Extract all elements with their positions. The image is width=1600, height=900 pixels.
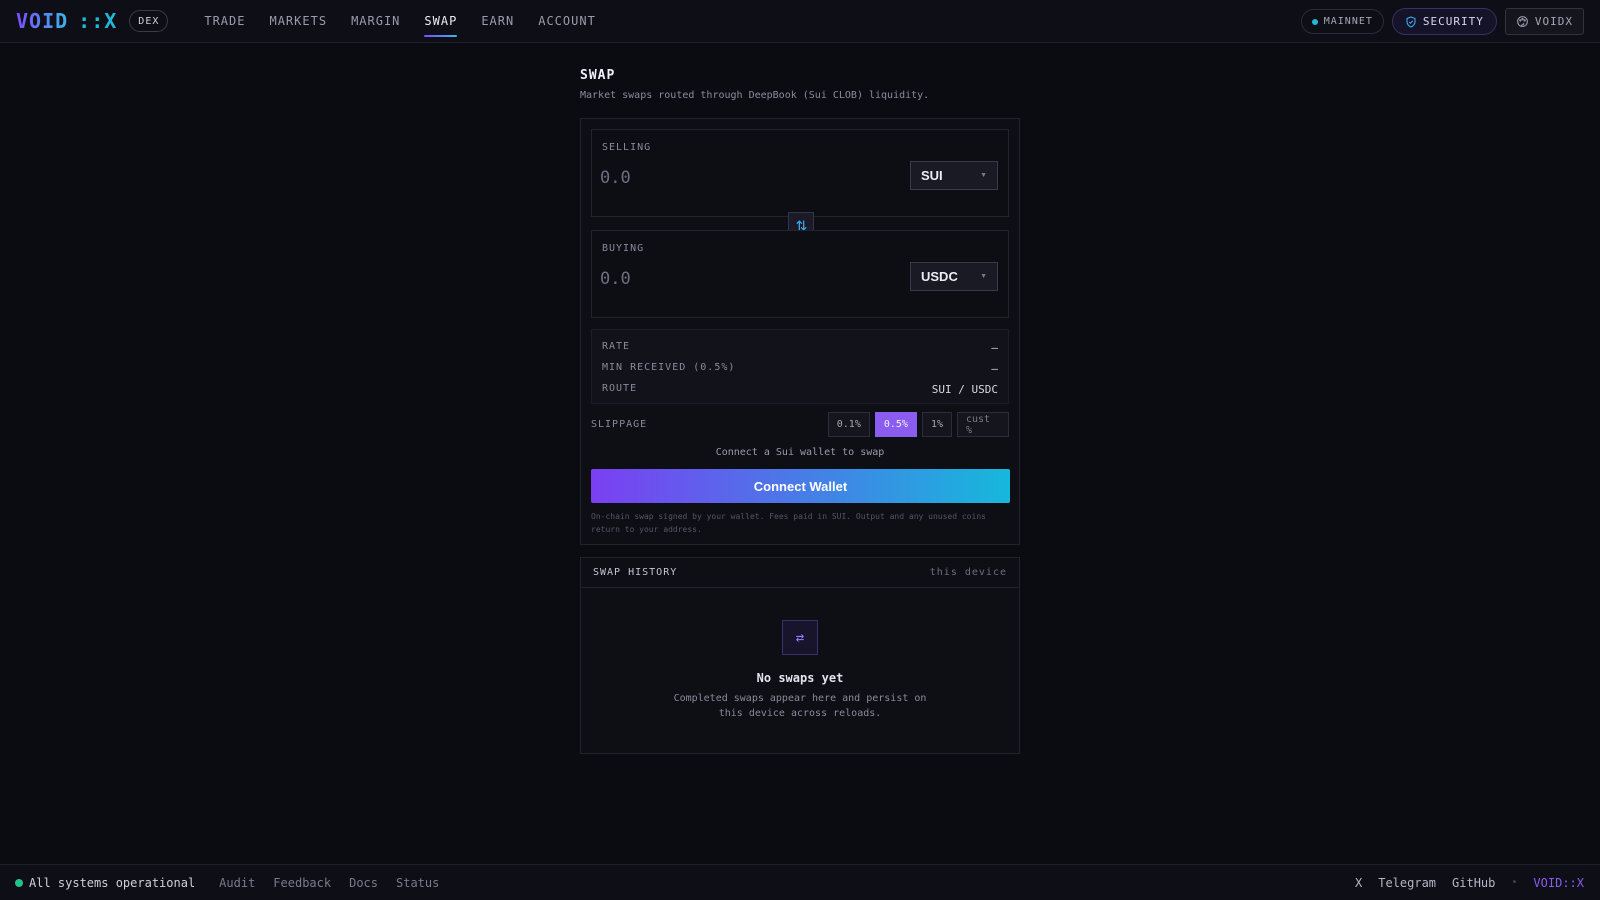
footer-bullet: • (1511, 877, 1518, 888)
nav-earn[interactable]: EARN (469, 0, 526, 43)
swap-history-panel: SWAP HISTORY this device ⇄ No swaps yet … (580, 557, 1020, 754)
history-header: SWAP HISTORY this device (581, 558, 1019, 588)
logo[interactable]: VOID ::X (16, 9, 117, 33)
selling-amount-input[interactable] (600, 166, 880, 190)
network-label: MAINNET (1323, 16, 1373, 27)
rate-label: RATE (602, 341, 631, 352)
selling-label: SELLING (602, 142, 652, 153)
buying-panel: BUYING USDC ▼ (591, 230, 1009, 318)
history-scope: this device (929, 567, 1007, 578)
buying-token-label: USDC (921, 269, 958, 284)
empty-state-title: No swaps yet (756, 671, 844, 685)
route-label: ROUTE (602, 383, 638, 394)
network-badge: MAINNET (1300, 9, 1384, 34)
footer-social: X Telegram GitHub • VOID::X (1355, 876, 1584, 890)
slippage-0.1-button[interactable]: 0.1% (827, 412, 870, 437)
system-status: All systems operational (15, 876, 195, 890)
system-status-text: All systems operational (29, 875, 196, 890)
buying-label: BUYING (602, 243, 645, 254)
footer-links: Audit Feedback Docs Status (219, 876, 439, 890)
buying-token-select[interactable]: USDC ▼ (910, 262, 998, 291)
network-dot-icon (1311, 18, 1318, 25)
nav-markets[interactable]: MARKETS (257, 0, 339, 43)
min-received-label: MIN RECEIVED (0.5%) (602, 362, 736, 373)
swap-arrows-icon: ⇄ (782, 620, 818, 655)
main-nav: TRADE MARKETS MARGIN SWAP EARN ACCOUNT (192, 0, 607, 43)
route-value: SUI / USDC (931, 383, 998, 396)
rate-row: RATE — (602, 341, 998, 354)
footer-link-feedback[interactable]: Feedback (273, 876, 331, 890)
palette-icon (1516, 16, 1528, 27)
top-bar: VOID ::X DEX TRADE MARKETS MARGIN SWAP E… (0, 0, 1600, 43)
connect-hint: Connect a Sui wallet to swap (715, 447, 885, 458)
chevron-down-icon: ▼ (980, 273, 987, 280)
dex-badge: DEX (129, 10, 169, 32)
slippage-label: SLIPPAGE (591, 419, 648, 430)
footer-link-audit[interactable]: Audit (219, 876, 255, 890)
slippage-0.5-button[interactable]: 0.5% (874, 412, 917, 437)
buying-amount-input[interactable] (600, 267, 880, 291)
swap-card: SELLING SUI ▼ BUYING USDC ▼ RATE — MIN R… (580, 118, 1020, 545)
chevron-down-icon: ▼ (980, 172, 987, 179)
connect-wallet-button[interactable]: Connect Wallet (591, 469, 1010, 503)
footer-link-docs[interactable]: Docs (349, 876, 378, 890)
selling-panel: SELLING SUI ▼ (591, 129, 1009, 217)
empty-state-description: Completed swaps appear here and persist … (673, 693, 927, 719)
nav-margin[interactable]: MARGIN (339, 0, 412, 43)
swap-footnote: On-chain swap signed by your wallet. Fee… (591, 512, 986, 534)
rate-value: — (991, 341, 998, 354)
slippage-options: 0.1% 0.5% 1% cust % (827, 412, 1009, 437)
page-subtitle: Market swaps routed through DeepBook (Su… (580, 90, 930, 101)
history-title: SWAP HISTORY (593, 567, 678, 578)
footer-link-x[interactable]: X (1355, 876, 1362, 890)
security-label: SECURITY (1422, 15, 1484, 28)
logo-sep: ::X (78, 9, 118, 33)
footer-link-telegram[interactable]: Telegram (1378, 876, 1436, 890)
nav-account[interactable]: ACCOUNT (526, 0, 608, 43)
footer-link-status[interactable]: Status (396, 876, 439, 890)
footer-brand: VOID::X (1533, 875, 1584, 890)
footer: All systems operational Audit Feedback D… (0, 864, 1600, 900)
footer-link-github[interactable]: GitHub (1452, 876, 1495, 890)
status-dot-icon (15, 878, 23, 887)
selling-token-select[interactable]: SUI ▼ (910, 161, 998, 190)
slippage-1-button[interactable]: 1% (921, 412, 952, 437)
min-received-value: — (991, 362, 998, 375)
shield-icon (1406, 15, 1416, 28)
selling-token-label: SUI (921, 168, 943, 183)
route-row: ROUTE SUI / USDC (602, 383, 998, 396)
nav-swap[interactable]: SWAP (412, 0, 469, 43)
account-label: VOIDX (1534, 15, 1573, 28)
account-button[interactable]: VOIDX (1504, 8, 1584, 35)
page-title: SWAP (580, 68, 616, 83)
slippage-custom-input[interactable]: cust % (957, 412, 1009, 437)
logo-void: VOID (16, 9, 69, 33)
nav-trade[interactable]: TRADE (192, 0, 257, 43)
min-received-row: MIN RECEIVED (0.5%) — (602, 362, 998, 375)
swap-details: RATE — MIN RECEIVED (0.5%) — ROUTE SUI /… (591, 329, 1009, 404)
security-button[interactable]: SECURITY (1391, 8, 1497, 35)
